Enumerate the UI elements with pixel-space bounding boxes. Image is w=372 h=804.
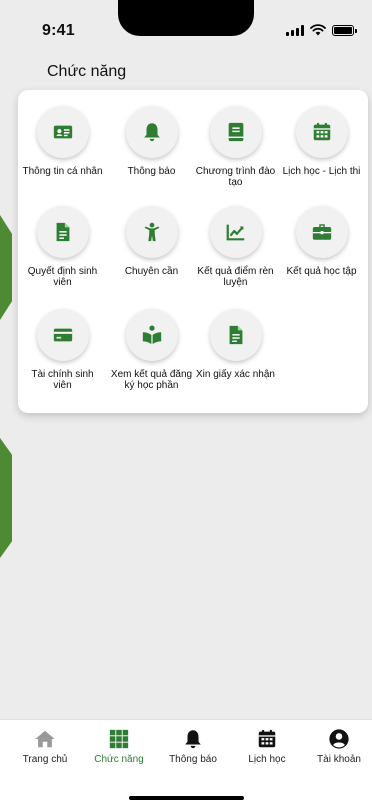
feature-label: Xem kết quả đăng ký học phần bbox=[110, 369, 193, 391]
reading-icon bbox=[142, 325, 161, 345]
feature-label: Tài chính sinh viên bbox=[31, 369, 94, 391]
tab-label: Thông báo bbox=[169, 754, 217, 765]
home-icon bbox=[35, 730, 55, 748]
feature-label: Kết quả học tập bbox=[286, 266, 357, 277]
decorative-shape bbox=[0, 438, 12, 558]
status-icons bbox=[286, 24, 357, 36]
calendar-icon bbox=[258, 729, 276, 748]
feature-icon-circle bbox=[125, 309, 178, 361]
bell-icon bbox=[185, 730, 201, 749]
briefcase-icon bbox=[312, 224, 331, 240]
feature-chuyen-can[interactable]: Chuyên cần bbox=[108, 206, 195, 277]
grid-icon bbox=[109, 729, 129, 749]
feature-grid: Thông tin cá nhân Thông báo Chương trình… bbox=[18, 90, 368, 413]
feature-icon-circle bbox=[125, 106, 178, 158]
feature-label: Chuyên cần bbox=[124, 266, 179, 277]
feature-chuong-trinh-dao-tao[interactable]: Chương trình đào tạo bbox=[192, 106, 279, 188]
decorative-shape bbox=[0, 215, 12, 320]
signal-icon bbox=[286, 24, 304, 36]
device-notch bbox=[118, 0, 254, 36]
tab-chuc-nang[interactable]: Chức năng bbox=[82, 728, 156, 765]
feature-icon-circle bbox=[295, 206, 348, 258]
tab-label: Trang chủ bbox=[22, 754, 68, 765]
document-icon bbox=[56, 222, 69, 242]
feature-icon-circle bbox=[36, 106, 89, 158]
feature-ket-qua-hoc-tap[interactable]: Kết quả học tập bbox=[278, 206, 365, 277]
feature-thong-tin-ca-nhan[interactable]: Thông tin cá nhân bbox=[19, 106, 106, 177]
feature-icon-circle bbox=[36, 309, 89, 361]
tab-label: Tài khoản bbox=[317, 754, 361, 765]
feature-xem-ket-qua-dang-ky-hoc-phan[interactable]: Xem kết quả đăng ký học phần bbox=[108, 309, 195, 391]
tab-label: Chức năng bbox=[94, 754, 144, 765]
feature-icon-circle bbox=[209, 206, 262, 258]
tab-lich-hoc[interactable]: Lịch học bbox=[230, 728, 304, 765]
chart-line-icon bbox=[226, 224, 244, 241]
feature-icon-circle bbox=[209, 309, 262, 361]
file-icon bbox=[229, 325, 242, 345]
feature-ket-qua-diem-ren-luyen[interactable]: Kết quả điểm rèn luyện bbox=[192, 206, 279, 288]
feature-icon-circle bbox=[125, 206, 178, 258]
wifi-icon bbox=[310, 24, 326, 36]
feature-thong-bao[interactable]: Thông báo bbox=[108, 106, 195, 177]
status-bar: 9:41 bbox=[0, 0, 372, 48]
feature-tai-chinh-sinh-vien[interactable]: Tài chính sinh viên bbox=[19, 309, 106, 391]
calendar-icon bbox=[313, 122, 330, 141]
home-indicator bbox=[129, 796, 244, 800]
bell-icon bbox=[143, 123, 160, 142]
feature-lich-hoc-lich-thi[interactable]: Lịch học - Lịch thi bbox=[278, 106, 365, 177]
feature-label: Thông báo bbox=[127, 166, 176, 177]
feature-card: Thông tin cá nhân Thông báo Chương trình… bbox=[18, 90, 368, 413]
tab-tai-khoan[interactable]: Tài khoản bbox=[302, 728, 372, 765]
status-time: 9:41 bbox=[42, 22, 75, 39]
feature-label: Chương trình đào tạo bbox=[195, 166, 276, 188]
feature-icon-circle bbox=[36, 206, 89, 258]
tab-thong-bao[interactable]: Thông báo bbox=[156, 728, 230, 765]
page-title: Chức năng bbox=[47, 63, 127, 80]
tab-label: Lịch học bbox=[248, 754, 286, 765]
feature-quyet-dinh-sinh-vien[interactable]: Quyết định sinh viên bbox=[19, 206, 106, 288]
tab-trang-chu[interactable]: Trang chủ bbox=[8, 728, 82, 765]
feature-label: Kết quả điểm rèn luyện bbox=[197, 266, 274, 288]
account-icon bbox=[329, 729, 349, 749]
feature-label: Xin giấy xác nhận bbox=[196, 369, 275, 380]
bottom-tab-bar: Trang chủ Chức năng Thông báo Lịch học T… bbox=[0, 719, 372, 804]
person-icon bbox=[144, 222, 159, 242]
feature-label: Lịch học - Lịch thi bbox=[282, 166, 361, 177]
battery-icon bbox=[332, 24, 357, 36]
feature-label: Thông tin cá nhân bbox=[22, 166, 103, 177]
feature-icon-circle bbox=[295, 106, 348, 158]
book-icon bbox=[228, 122, 243, 142]
feature-icon-circle bbox=[209, 106, 262, 158]
id-card-icon bbox=[53, 125, 72, 139]
feature-xin-giay-xac-nhan[interactable]: Xin giấy xác nhận bbox=[192, 309, 279, 380]
feature-label: Quyết định sinh viên bbox=[27, 266, 98, 288]
credit-card-icon bbox=[53, 328, 72, 342]
